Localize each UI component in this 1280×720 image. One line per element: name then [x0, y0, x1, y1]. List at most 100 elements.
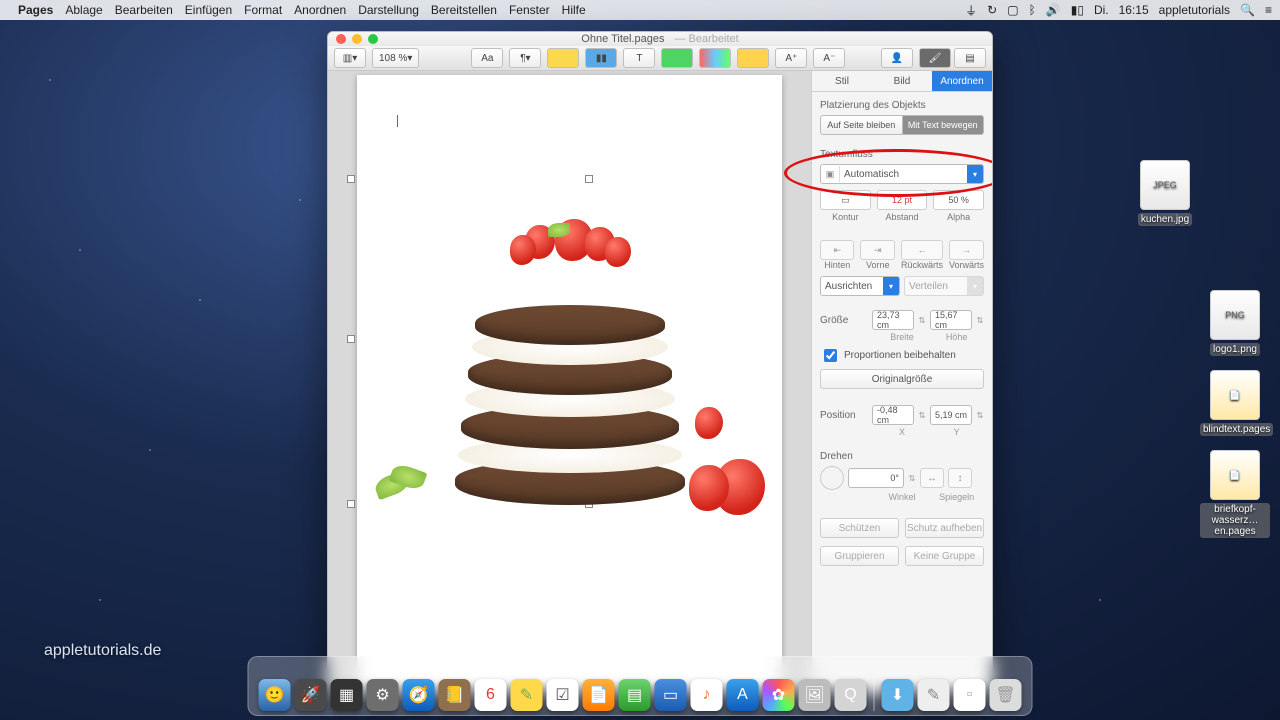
- selected-image[interactable]: [367, 175, 772, 505]
- highlight-button[interactable]: [547, 48, 579, 68]
- placement-stay[interactable]: Auf Seite bleiben: [820, 115, 902, 135]
- pages-dock-icon[interactable]: 📄: [583, 679, 615, 711]
- tab-bild[interactable]: Bild: [872, 71, 932, 91]
- kontur-ctrl[interactable]: ▭: [820, 190, 871, 210]
- document-canvas[interactable]: [328, 71, 811, 692]
- wifi-icon[interactable]: ⏚: [965, 2, 977, 19]
- menu-einfuegen[interactable]: Einfügen: [185, 3, 232, 17]
- rotate-dial[interactable]: [820, 466, 844, 490]
- textedit-icon[interactable]: ✎: [918, 679, 950, 711]
- contacts-icon[interactable]: 📒: [439, 679, 471, 711]
- tab-stil[interactable]: Stil: [812, 71, 872, 91]
- keynote-icon[interactable]: ▭: [655, 679, 687, 711]
- order-forward[interactable]: →: [949, 240, 984, 260]
- downloads-icon[interactable]: ⬇: [882, 679, 914, 711]
- abstand-ctrl[interactable]: 12 pt: [877, 190, 928, 210]
- media-button[interactable]: [699, 48, 731, 68]
- timemachine-icon[interactable]: ↻: [987, 3, 997, 17]
- missioncontrol-icon[interactable]: ▦: [331, 679, 363, 711]
- menu-fenster[interactable]: Fenster: [509, 3, 550, 17]
- flip-v-button[interactable]: ↕: [948, 468, 972, 488]
- fontsize-up[interactable]: A⁺: [775, 48, 807, 68]
- x-input[interactable]: -0,48 cm: [872, 405, 914, 425]
- font-button[interactable]: Aa: [471, 48, 503, 68]
- menubar-app[interactable]: Pages: [18, 3, 53, 17]
- menubar-user[interactable]: appletutorials: [1159, 3, 1230, 17]
- menubar-time[interactable]: 16:15: [1119, 3, 1149, 17]
- desktop-file-briefkopf[interactable]: 📄 briefkopf-wasserz…en.pages: [1200, 450, 1270, 538]
- angle-input[interactable]: 0°: [848, 468, 904, 488]
- preview-icon[interactable]: 🖼: [799, 679, 831, 711]
- settings-icon[interactable]: ⚙: [367, 679, 399, 711]
- airplay-icon[interactable]: ▢: [1007, 3, 1018, 17]
- alpha-ctrl[interactable]: 50 %: [933, 190, 984, 210]
- notes-icon[interactable]: ✎: [511, 679, 543, 711]
- desktop-file-blindtext[interactable]: 📄 blindtext.pages: [1200, 370, 1270, 436]
- paragraph-button[interactable]: ¶▾: [509, 48, 541, 68]
- finder-icon[interactable]: 🙂: [259, 679, 291, 711]
- format-panel-button[interactable]: 🖌: [919, 48, 951, 68]
- page[interactable]: [357, 75, 782, 692]
- menubar-day[interactable]: Di.: [1094, 3, 1109, 17]
- comment-button[interactable]: [737, 48, 769, 68]
- zoom-select[interactable]: 108 % ▾: [372, 48, 419, 68]
- numbers-icon[interactable]: ▤: [619, 679, 651, 711]
- quicktime-icon[interactable]: Q: [835, 679, 867, 711]
- menu-ablage[interactable]: Ablage: [65, 3, 102, 17]
- menu-hilfe[interactable]: Hilfe: [562, 3, 586, 17]
- battery-icon[interactable]: ▮▯: [1071, 3, 1084, 17]
- close-button[interactable]: [336, 34, 346, 44]
- dock[interactable]: 🙂 🚀 ▦ ⚙ 🧭 📒 6 ✎ ☑ 📄 ▤ ▭ ♪ A ✿ 🖼 Q ⬇ ✎ ▫ …: [248, 656, 1033, 716]
- align-dropdown[interactable]: Ausrichten▾: [820, 276, 900, 296]
- notifications-icon[interactable]: ≡: [1265, 3, 1272, 17]
- blank-doc-icon[interactable]: ▫: [954, 679, 986, 711]
- protect-button[interactable]: Schützen: [820, 518, 899, 538]
- placement-move[interactable]: Mit Text bewegen: [902, 115, 985, 135]
- view-button[interactable]: ▥▾: [334, 48, 366, 68]
- handle-ml[interactable]: [347, 335, 355, 343]
- menu-bearbeiten[interactable]: Bearbeiten: [115, 3, 173, 17]
- calendar-icon[interactable]: 6: [475, 679, 507, 711]
- desktop-file-kuchen[interactable]: JPEG kuchen.jpg: [1130, 160, 1200, 226]
- appstore-icon[interactable]: A: [727, 679, 759, 711]
- y-input[interactable]: 5,19 cm: [930, 405, 972, 425]
- document-panel-button[interactable]: ▤: [954, 48, 986, 68]
- launchpad-icon[interactable]: 🚀: [295, 679, 327, 711]
- group-button[interactable]: Gruppieren: [820, 546, 899, 566]
- height-input[interactable]: 15,67 cm: [930, 310, 972, 330]
- safari-icon[interactable]: 🧭: [403, 679, 435, 711]
- width-input[interactable]: 23,73 cm: [872, 310, 914, 330]
- wrap-dropdown[interactable]: ▣ Automatisch ▾: [820, 164, 984, 184]
- trash-icon[interactable]: 🗑: [990, 679, 1022, 711]
- handle-bl[interactable]: [347, 500, 355, 508]
- chart-button[interactable]: ▮▮: [585, 48, 617, 68]
- photos-icon[interactable]: ✿: [763, 679, 795, 711]
- unprotect-button[interactable]: Schutz aufheben: [905, 518, 984, 538]
- order-backward[interactable]: ←: [901, 240, 943, 260]
- handle-tl[interactable]: [347, 175, 355, 183]
- constrain-checkbox[interactable]: [824, 349, 837, 362]
- dropdown-arrow-icon[interactable]: ▾: [967, 165, 983, 183]
- bluetooth-icon[interactable]: ᛒ: [1029, 3, 1036, 17]
- flip-h-button[interactable]: ↔: [920, 468, 944, 488]
- menu-bereitstellen[interactable]: Bereitstellen: [431, 3, 497, 17]
- reminders-icon[interactable]: ☑: [547, 679, 579, 711]
- ungroup-button[interactable]: Keine Gruppe: [905, 546, 984, 566]
- itunes-icon[interactable]: ♪: [691, 679, 723, 711]
- menu-format[interactable]: Format: [244, 3, 282, 17]
- zoom-button[interactable]: [368, 34, 378, 44]
- text-button[interactable]: T: [623, 48, 655, 68]
- original-size-button[interactable]: Originalgröße: [820, 369, 984, 389]
- tab-anordnen[interactable]: Anordnen: [932, 71, 992, 91]
- minimize-button[interactable]: [352, 34, 362, 44]
- fontsize-down[interactable]: A⁻: [813, 48, 845, 68]
- order-back[interactable]: ⇤: [820, 240, 854, 260]
- menu-anordnen[interactable]: Anordnen: [294, 3, 346, 17]
- shape-button[interactable]: [661, 48, 693, 68]
- menu-darstellung[interactable]: Darstellung: [358, 3, 419, 17]
- volume-icon[interactable]: 🔊: [1046, 3, 1061, 17]
- collaborate-button[interactable]: 👤: [881, 48, 913, 68]
- order-front[interactable]: ⇥: [860, 240, 894, 260]
- desktop-file-logo1[interactable]: PNG logo1.png: [1200, 290, 1270, 356]
- spotlight-icon[interactable]: 🔍: [1240, 3, 1255, 17]
